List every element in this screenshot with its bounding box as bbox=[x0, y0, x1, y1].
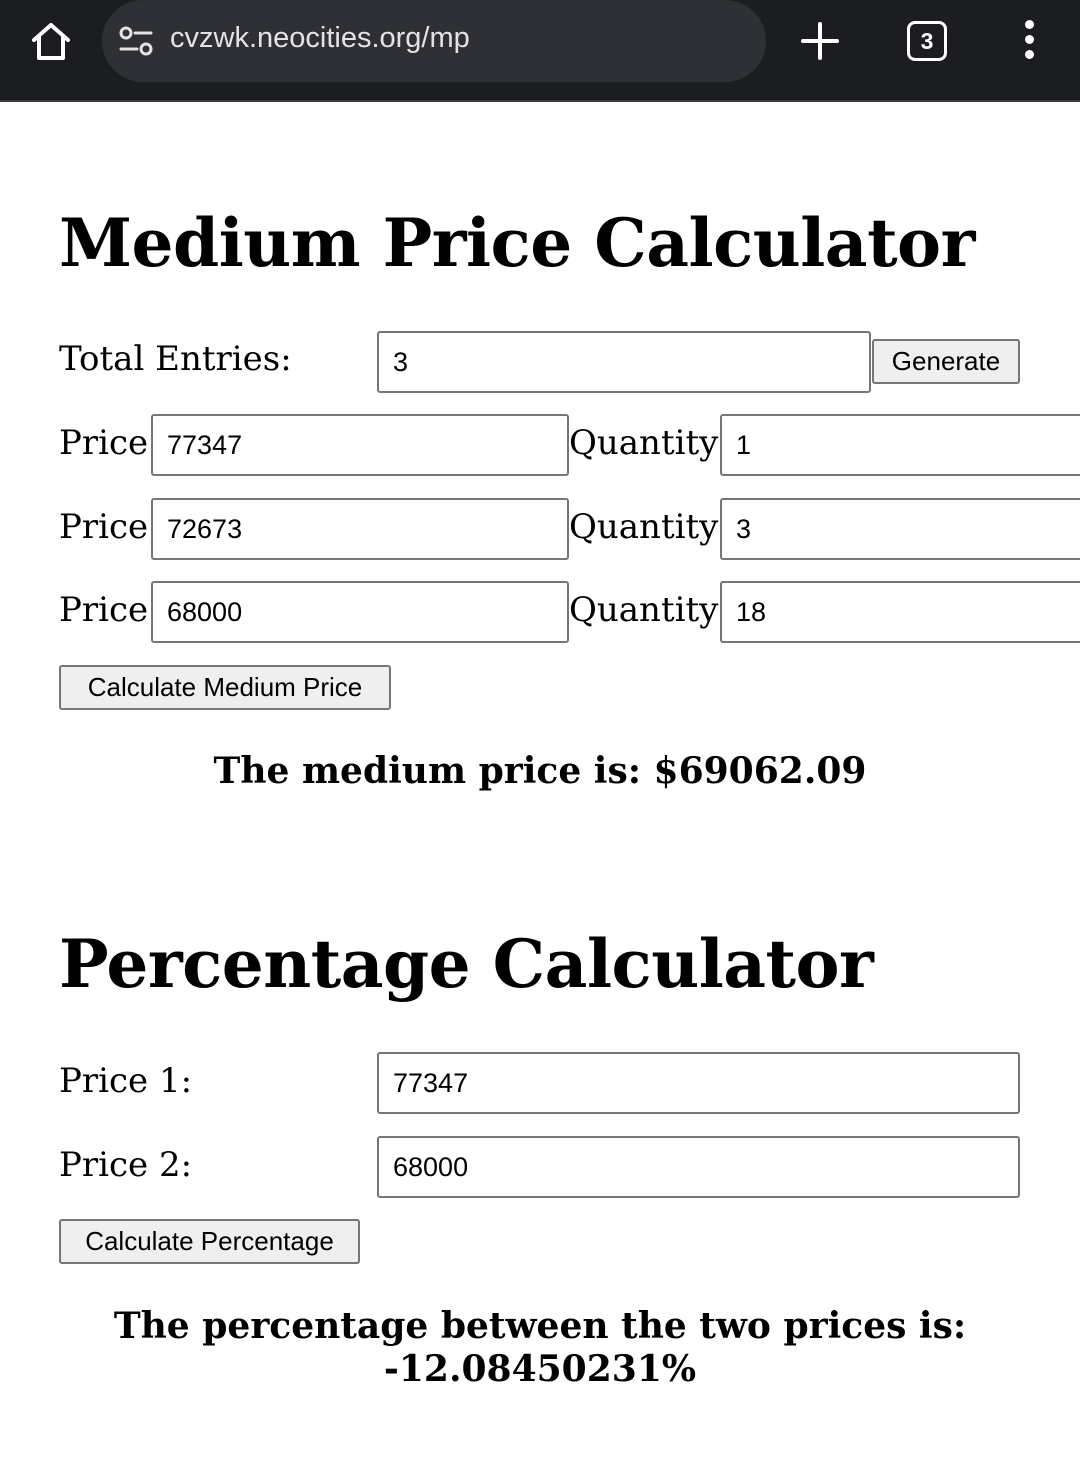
more-menu-icon[interactable] bbox=[1017, 20, 1041, 64]
price-2-input[interactable]: 68000 bbox=[377, 1136, 1020, 1198]
calculate-medium-price-button[interactable]: Calculate Medium Price bbox=[59, 665, 391, 710]
price-input[interactable]: 77347 bbox=[151, 414, 569, 476]
new-tab-icon[interactable] bbox=[800, 20, 840, 62]
price-input[interactable]: 72673 bbox=[151, 498, 569, 560]
generate-button[interactable]: Generate bbox=[872, 339, 1020, 384]
quantity-label: Quantity: bbox=[569, 590, 730, 630]
quantity-input[interactable]: 3 bbox=[720, 498, 1080, 560]
home-icon[interactable] bbox=[28, 20, 74, 62]
price-input[interactable]: 68000 bbox=[151, 581, 569, 643]
quantity-label: Quantity: bbox=[569, 423, 730, 463]
price-label: Price: bbox=[59, 590, 160, 630]
price-1-label: Price 1: bbox=[59, 1061, 193, 1101]
total-entries-label: Total Entries: bbox=[59, 339, 292, 379]
quantity-input[interactable]: 1 bbox=[720, 414, 1080, 476]
address-bar[interactable]: cvzwk.neocities.org/mp bbox=[102, 0, 766, 82]
medium-calculator-title: Medium Price Calculator bbox=[59, 204, 975, 282]
tab-switcher-button[interactable]: 3 bbox=[907, 21, 947, 61]
medium-price-result: The medium price is: $69062.09 bbox=[213, 750, 867, 792]
price-label: Price: bbox=[59, 507, 160, 547]
price-label: Price: bbox=[59, 423, 160, 463]
percentage-result-text: The percentage between the two prices is… bbox=[113, 1305, 967, 1347]
site-settings-icon[interactable] bbox=[118, 24, 154, 58]
calculate-percentage-button[interactable]: Calculate Percentage bbox=[59, 1219, 360, 1264]
quantity-label: Quantity: bbox=[569, 507, 730, 547]
quantity-input[interactable]: 18 bbox=[720, 581, 1080, 643]
url-text[interactable]: cvzwk.neocities.org/mp bbox=[170, 22, 470, 55]
percentage-calculator-title: Percentage Calculator bbox=[59, 925, 874, 1003]
browser-toolbar: cvzwk.neocities.org/mp 3 bbox=[0, 0, 1080, 102]
price-2-label: Price 2: bbox=[59, 1145, 193, 1185]
page-content: Medium Price Calculator Total Entries: 3… bbox=[0, 102, 1080, 1478]
total-entries-input[interactable]: 3 bbox=[377, 331, 871, 393]
percentage-result-value: -12.08450231% bbox=[383, 1348, 697, 1390]
percentage-result: The percentage between the two prices is… bbox=[0, 1305, 1080, 1391]
price-1-input[interactable]: 77347 bbox=[377, 1052, 1020, 1114]
